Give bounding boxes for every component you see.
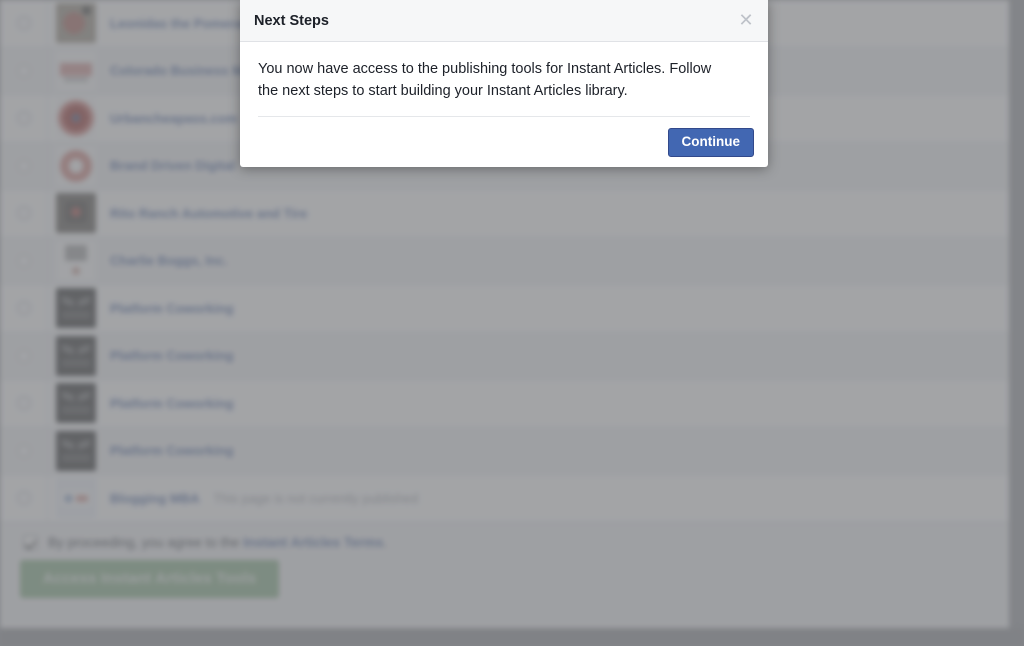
dialog-body: You now have access to the publishing to… bbox=[240, 42, 768, 117]
continue-button[interactable]: Continue bbox=[667, 127, 754, 157]
screen: Leonidas the PomeranianColorado Business… bbox=[0, 0, 1024, 646]
dialog-message: You now have access to the publishing to… bbox=[258, 61, 712, 99]
dialog-header: Next Steps ✕ bbox=[240, 0, 768, 42]
close-icon[interactable]: ✕ bbox=[736, 10, 756, 31]
next-steps-dialog: Next Steps ✕ You now have access to the … bbox=[240, 0, 768, 167]
dialog-footer: Continue bbox=[240, 117, 768, 167]
dialog-title: Next Steps bbox=[254, 12, 329, 29]
